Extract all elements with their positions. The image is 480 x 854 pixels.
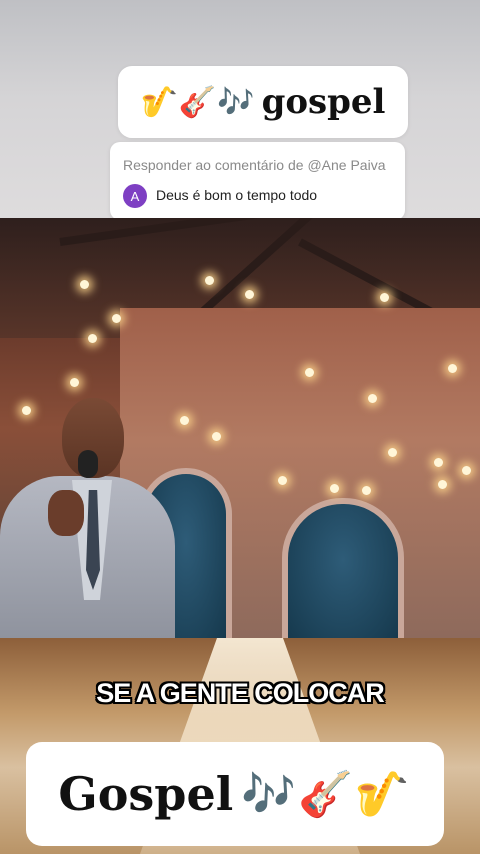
singer-figure: [0, 398, 190, 638]
video-caption: SE A GENTE COLOCAR: [96, 678, 385, 708]
string-light: [362, 486, 371, 495]
string-light: [330, 484, 339, 493]
banner-word: Gospel: [58, 767, 234, 821]
string-light: [438, 480, 447, 489]
string-light: [462, 466, 471, 475]
string-light: [380, 293, 389, 302]
music-emoji-icons: 🎶🎸🎷: [241, 769, 412, 820]
string-light: [112, 314, 121, 323]
microphone-icon: [78, 450, 98, 478]
arched-window: [282, 498, 404, 638]
string-light: [212, 432, 221, 441]
string-light: [88, 334, 97, 343]
string-light: [245, 290, 254, 299]
string-light: [278, 476, 287, 485]
reply-header: Responder ao comentário de @Ane Paiva: [123, 157, 386, 173]
string-light: [305, 368, 314, 377]
string-light: [434, 458, 443, 467]
video-frame[interactable]: [0, 218, 480, 638]
commenter-avatar: A: [123, 184, 147, 208]
string-light: [368, 394, 377, 403]
string-light: [388, 448, 397, 457]
gospel-banner: Gospel 🎶🎸🎷: [26, 742, 444, 846]
string-light: [70, 378, 79, 387]
string-light: [80, 280, 89, 289]
title-sticker: 🎷🎸🎶 gospel: [118, 66, 408, 138]
title-word: gospel: [261, 82, 386, 122]
singer-hand: [48, 490, 84, 536]
music-emoji-icons: 🎷🎸🎶: [140, 84, 256, 120]
comment-text: Deus é bom o tempo todo: [156, 187, 318, 203]
string-light: [205, 276, 214, 285]
comment-reply-card[interactable]: Responder ao comentário de @Ane Paiva A …: [110, 142, 405, 220]
string-light: [448, 364, 457, 373]
